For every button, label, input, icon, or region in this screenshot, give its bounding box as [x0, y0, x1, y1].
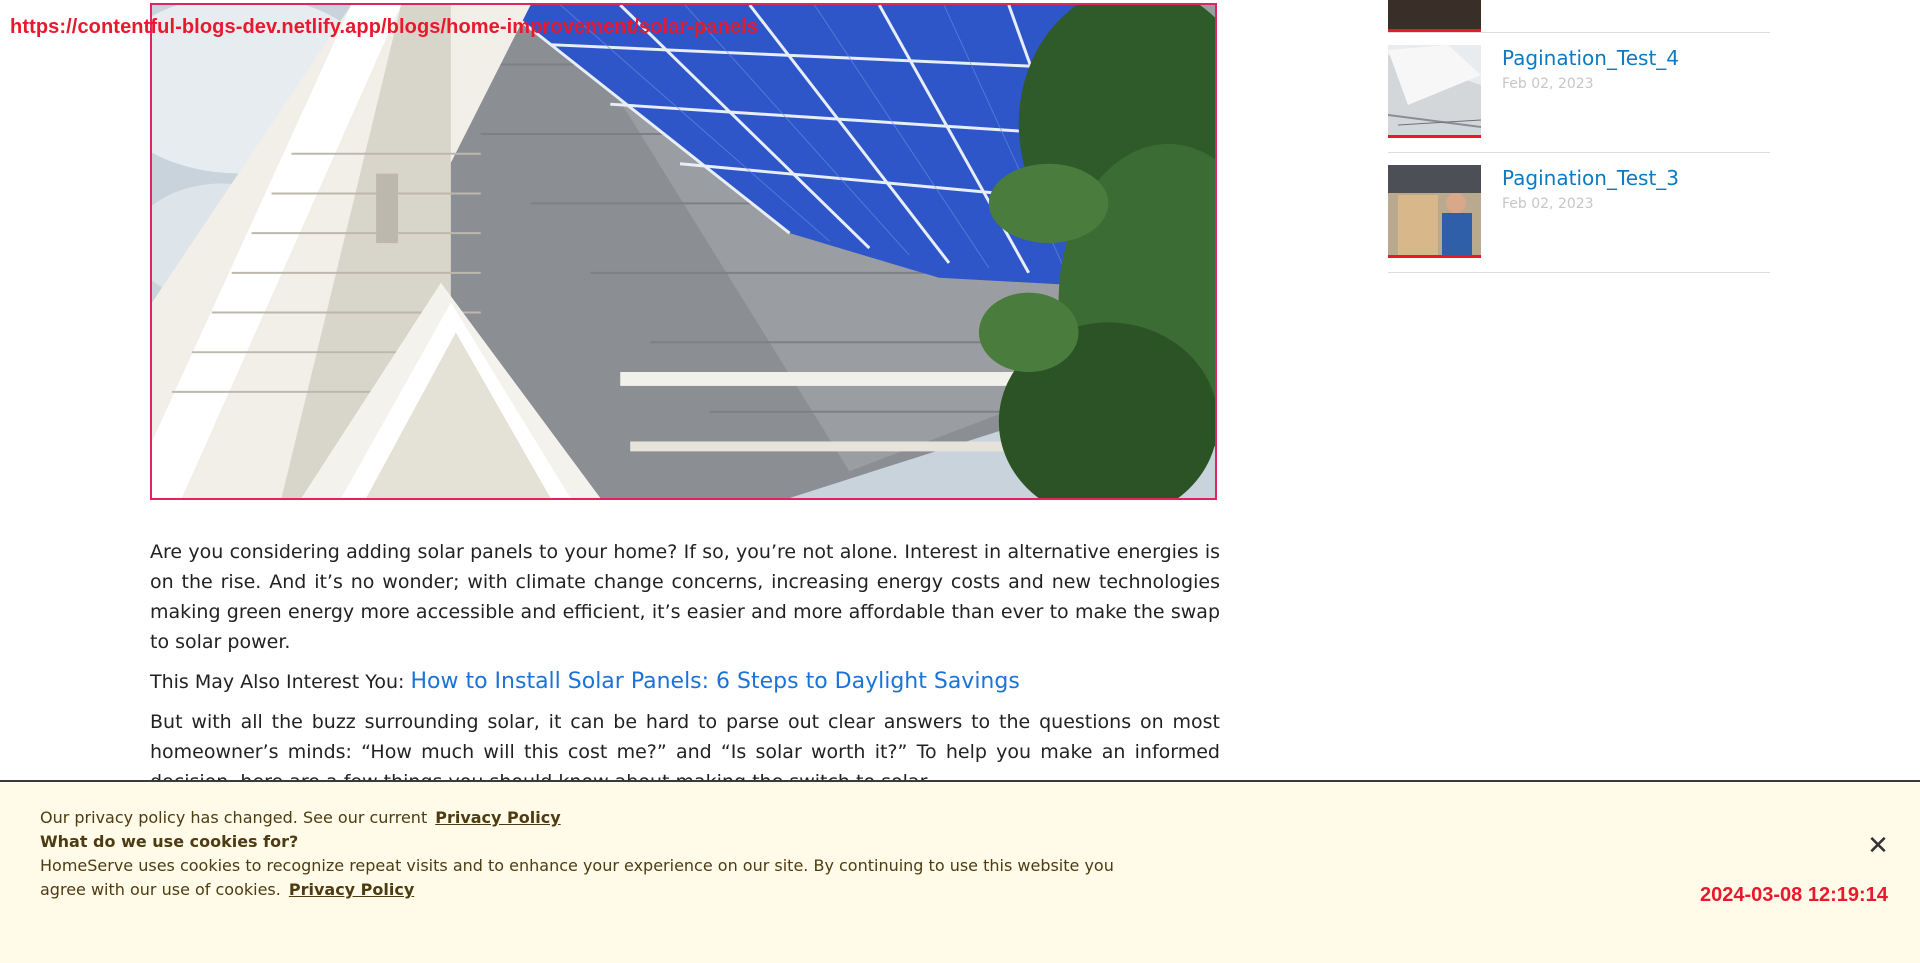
- sidebar-post-date: Feb 02, 2023: [1502, 196, 1594, 212]
- related-article-link[interactable]: How to Install Solar Panels: 6 Steps to …: [410, 669, 1019, 694]
- close-icon[interactable]: ✕: [1866, 833, 1890, 859]
- sidebar-post-item[interactable]: Pagination_Test_4 Feb 02, 2023: [1388, 33, 1770, 153]
- privacy-policy-link[interactable]: Privacy Policy: [289, 880, 414, 899]
- article-paragraph-1: Are you considering adding solar panels …: [150, 541, 1220, 653]
- sidebar-recent-posts: Pagination_Test_4 Feb 02, 2023 Paginatio…: [1388, 0, 1770, 273]
- timestamp-overlay: 2024-03-08 12:19:14: [1700, 884, 1888, 906]
- related-article-label: This May Also Interest You:: [150, 671, 405, 693]
- cookie-body-text: agree with our use of cookies.: [40, 880, 281, 899]
- sidebar-post-title[interactable]: Pagination_Test_3: [1502, 166, 1679, 190]
- cookie-banner: Our privacy policy has changed. See our …: [0, 780, 1920, 963]
- sidebar-post-item[interactable]: Pagination_Test_3 Feb 02, 2023: [1388, 153, 1770, 273]
- url-overlay: https://contentful-blogs-dev.netlify.app…: [10, 16, 759, 38]
- article-body: Are you considering adding solar panels …: [150, 537, 1220, 797]
- sidebar-post-date: Feb 02, 2023: [1502, 76, 1594, 92]
- sidebar-post-item[interactable]: [1388, 0, 1770, 33]
- hero-image: [150, 3, 1217, 500]
- post-thumbnail[interactable]: [1388, 0, 1481, 32]
- post-thumbnail[interactable]: [1388, 45, 1481, 138]
- sidebar-post-title[interactable]: Pagination_Test_4: [1502, 46, 1679, 70]
- cookie-policy-text: Our privacy policy has changed. See our …: [40, 808, 428, 827]
- cookie-body-line-2: agree with our use of cookies. Privacy Po…: [40, 879, 414, 901]
- privacy-policy-link[interactable]: Privacy Policy: [435, 808, 560, 827]
- cookie-heading: What do we use cookies for?: [40, 832, 299, 851]
- related-article: This May Also Interest You: How to Insta…: [150, 667, 1220, 697]
- cookie-policy-changed: Our privacy policy has changed. See our …: [40, 807, 561, 829]
- post-thumbnail[interactable]: [1388, 165, 1481, 258]
- cookie-body-line-1: HomeServe uses cookies to recognize repe…: [40, 856, 1114, 875]
